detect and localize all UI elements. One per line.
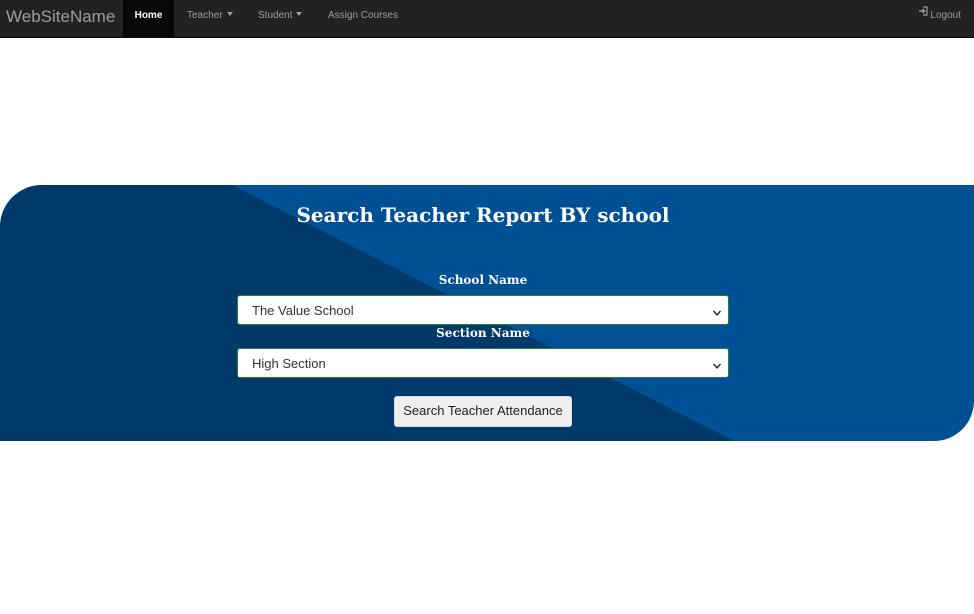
nav-item-student[interactable]: Student — [245, 0, 315, 37]
nav-item-student-label: Student — [258, 10, 293, 21]
school-name-value: The Value School — [252, 303, 354, 318]
nav-item-home[interactable]: Home — [123, 0, 174, 37]
nav-item-assign-courses[interactable]: Assign Courses — [315, 0, 411, 37]
section-name-label: Section Name — [436, 326, 530, 340]
search-teacher-attendance-button[interactable]: Search Teacher Attendance — [394, 396, 572, 427]
school-name-label: School Name — [438, 273, 528, 287]
chevron-down-icon — [712, 305, 722, 323]
log-in-icon — [918, 0, 929, 30]
logout-label: Logout — [930, 10, 961, 21]
caret-down-icon — [226, 12, 233, 17]
search-banner: Search Teacher Report BY school School N… — [0, 185, 974, 441]
school-name-select[interactable]: The Value School — [237, 295, 729, 325]
logout-link[interactable]: Logout — [918, 0, 961, 37]
top-navbar: WebSiteName Home Teacher Student Assign … — [0, 0, 974, 38]
section-name-value: High Section — [252, 356, 326, 371]
section-name-select[interactable]: High Section — [237, 348, 729, 378]
nav-item-home-label: Home — [134, 10, 163, 21]
page-title: Search Teacher Report BY school — [296, 203, 670, 227]
chevron-down-icon — [712, 358, 722, 376]
nav-item-teacher-label: Teacher — [187, 10, 223, 21]
nav-item-teacher[interactable]: Teacher — [174, 0, 246, 37]
brand-link[interactable]: WebSiteName — [6, 7, 115, 27]
caret-down-icon — [296, 12, 303, 17]
nav-item-assign-courses-label: Assign Courses — [328, 10, 399, 21]
